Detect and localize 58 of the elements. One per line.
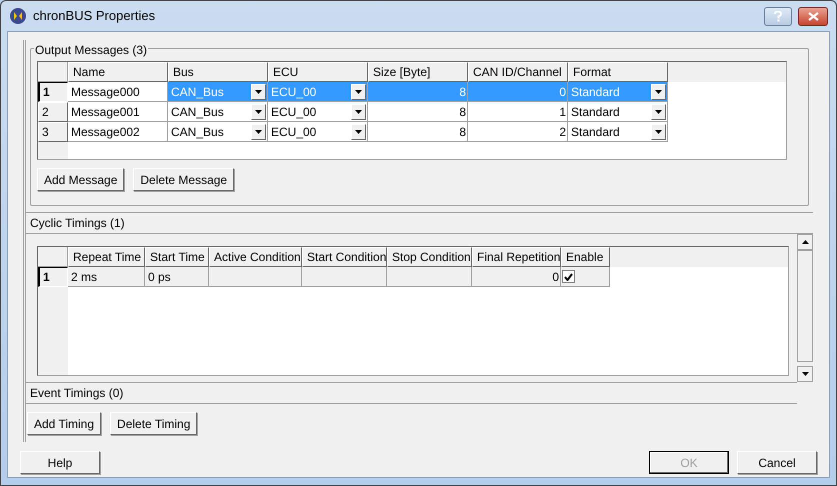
down-arrow-icon <box>802 372 808 376</box>
column-header[interactable]: Name <box>68 62 168 82</box>
help-button[interactable] <box>764 6 792 26</box>
close-icon <box>808 12 818 20</box>
table-cell[interactable]: 0 ps <box>145 267 209 287</box>
dropdown-cell[interactable]: Standard <box>568 122 668 142</box>
column-header[interactable]: Bus <box>168 62 268 82</box>
dropdown-cell[interactable]: ECU_00 <box>268 122 368 142</box>
dropdown-cell[interactable]: Standard <box>568 102 668 122</box>
table-cell[interactable]: 8 <box>368 102 468 122</box>
row-header[interactable]: 2 <box>38 102 68 122</box>
scrollbar[interactable] <box>797 234 813 382</box>
column-header[interactable]: ECU <box>268 62 368 82</box>
window-title: chronBUS Properties <box>33 7 156 26</box>
column-header[interactable]: Active Condition <box>209 247 302 267</box>
question-mark-icon <box>774 10 782 22</box>
push-button[interactable]: Help <box>20 451 100 474</box>
column-header[interactable]: Final Repetition <box>472 247 561 267</box>
push-button[interactable]: Cancel <box>737 451 817 474</box>
up-arrow-icon <box>802 240 808 244</box>
table-cell[interactable]: Message000 <box>68 82 168 102</box>
table-cell[interactable]: 2 ms <box>68 267 145 287</box>
scroll-up-button[interactable] <box>797 234 813 250</box>
row-header[interactable]: 1 <box>38 267 68 287</box>
scroll-thumb[interactable] <box>797 250 813 362</box>
column-header[interactable]: Start Condition <box>302 247 387 267</box>
column-header[interactable]: Repeat Time <box>68 247 145 267</box>
table-cell[interactable]: Message002 <box>68 122 168 142</box>
table-cell[interactable]: 8 <box>368 122 468 142</box>
dropdown-cell[interactable]: CAN_Bus <box>168 122 268 142</box>
table-cell[interactable]: 2 <box>468 122 568 142</box>
checkbox[interactable] <box>562 270 575 283</box>
checkbox-cell[interactable] <box>561 267 610 287</box>
header-corner <box>38 62 68 82</box>
column-header[interactable]: Size [Byte] <box>368 62 468 82</box>
column-header[interactable]: CAN ID/Channel <box>468 62 568 82</box>
app-logo-icon <box>9 7 27 25</box>
push-button[interactable]: Delete Message <box>133 168 234 191</box>
dropdown-cell[interactable]: CAN_Bus <box>168 102 268 122</box>
row-header[interactable]: 3 <box>38 122 68 142</box>
column-header[interactable]: Enable <box>561 247 610 267</box>
column-header[interactable]: Start Time <box>145 247 209 267</box>
section-title: Cyclic Timings (1) <box>30 215 125 232</box>
row-header[interactable]: 1 <box>38 82 68 102</box>
column-header[interactable]: Format <box>568 62 668 82</box>
table-cell[interactable]: Message001 <box>68 102 168 122</box>
push-button[interactable]: Delete Timing <box>110 412 198 435</box>
header-corner <box>38 247 68 267</box>
table-cell[interactable]: 1 <box>468 102 568 122</box>
close-button[interactable] <box>798 6 828 26</box>
row-header-background <box>38 142 68 159</box>
scroll-down-button[interactable] <box>797 366 813 382</box>
push-button[interactable]: Add Timing <box>27 412 102 435</box>
section-title: Event Timings (0) <box>30 385 124 402</box>
dropdown-cell[interactable]: ECU_00 <box>268 102 368 122</box>
table-cell[interactable]: 0 <box>472 267 561 287</box>
column-header[interactable]: Stop Condition <box>387 247 472 267</box>
push-button[interactable]: Add Message <box>37 168 124 191</box>
